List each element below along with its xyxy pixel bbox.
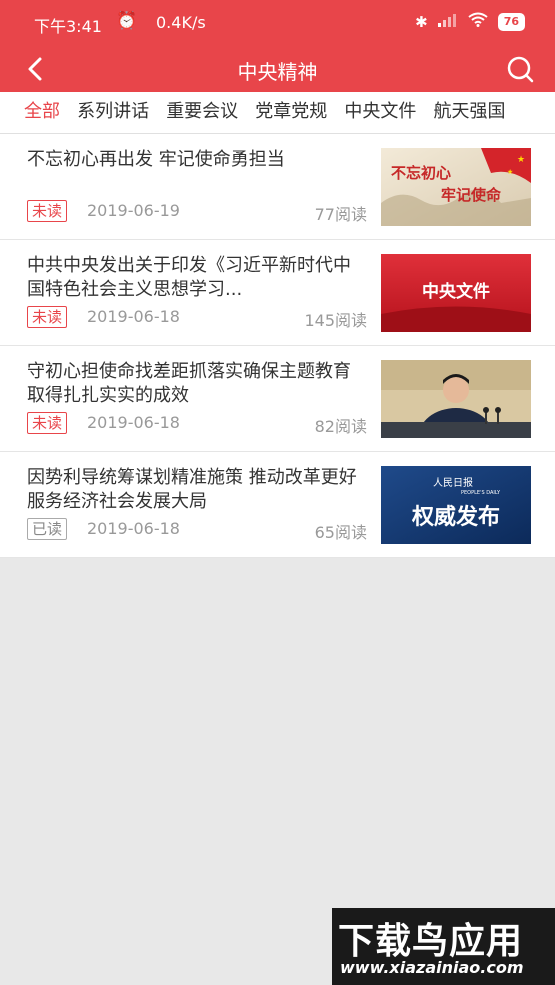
- page-title: 中央精神: [237, 60, 318, 84]
- article-meta: 已读 2019-06-18 65阅读: [27, 518, 367, 542]
- article-list: 不忘初心再出发 牢记使命勇担当 未读 2019-06-19 77阅读 ★ ★ 不…: [0, 134, 555, 558]
- article-views: 77阅读: [314, 205, 367, 224]
- nav-bar: 中央精神: [0, 46, 555, 92]
- article-date: 2019-06-18: [87, 519, 180, 538]
- article-thumbnail[interactable]: 中央文件: [381, 254, 531, 332]
- site-watermark: 下载鸟应用 www.xiazainiao.com: [332, 908, 555, 985]
- thumbnail-text: 不忘初心: [391, 164, 451, 182]
- alarm-icon: ⏰: [116, 11, 138, 31]
- article-date: 2019-06-19: [87, 201, 180, 220]
- article-item[interactable]: 中共中央发出关于印发《习近平新时代中国特色社会主义思想学习... 未读 2019…: [0, 240, 555, 346]
- tab-party-rules[interactable]: 党章党规: [249, 92, 333, 132]
- status-bar: 下午3:41 ⏰ 0.4K/s ✱ 76: [0, 0, 555, 46]
- article-title: 因势利导统筹谋划精准施策 推动改革更好服务经济社会发展大局: [27, 467, 357, 512]
- article-item[interactable]: 不忘初心再出发 牢记使命勇担当 未读 2019-06-19 77阅读 ★ ★ 不…: [0, 134, 555, 240]
- unread-badge: 未读: [27, 412, 68, 434]
- svg-text:★: ★: [517, 155, 525, 165]
- tab-central-documents[interactable]: 中央文件: [338, 92, 422, 132]
- thumbnail-text: 权威发布: [411, 504, 500, 530]
- network-speed: 0.4K/s: [156, 13, 206, 32]
- article-meta: 未读 2019-06-18 145阅读: [27, 306, 367, 330]
- search-icon[interactable]: [505, 54, 535, 84]
- category-tabs: 全部 系列讲话 重要会议 党章党规 中央文件 航天强国: [0, 92, 555, 134]
- svg-text:★: ★: [507, 168, 513, 176]
- unread-badge: 未读: [27, 200, 68, 222]
- thumbnail-text: 人民日报: [433, 476, 473, 489]
- article-item[interactable]: 因势利导统筹谋划精准施策 推动改革更好服务经济社会发展大局 已读 2019-06…: [0, 452, 555, 558]
- article-thumbnail[interactable]: 人民日报 PEOPLE'S DAILY 权威发布: [381, 466, 531, 544]
- article-title: 不忘初心再出发 牢记使命勇担当: [27, 149, 285, 170]
- thumbnail-text: PEOPLE'S DAILY: [461, 490, 501, 496]
- article-meta: 未读 2019-06-18 82阅读: [27, 412, 367, 436]
- signal-icon: [437, 13, 458, 31]
- article-meta: 未读 2019-06-19 77阅读: [27, 200, 367, 224]
- article-views: 82阅读: [314, 417, 367, 436]
- tab-speeches[interactable]: 系列讲话: [71, 92, 155, 132]
- read-badge: 已读: [27, 518, 68, 540]
- article-date: 2019-06-18: [87, 307, 180, 326]
- tab-aerospace[interactable]: 航天强国: [427, 92, 511, 132]
- article-views: 145阅读: [304, 311, 367, 330]
- article-item[interactable]: 守初心担使命找差距抓落实确保主题教育取得扎扎实实的成效 未读 2019-06-1…: [0, 346, 555, 452]
- watermark-title: 下载鸟应用: [338, 921, 524, 962]
- tab-all[interactable]: 全部: [0, 92, 66, 132]
- tab-meetings[interactable]: 重要会议: [160, 92, 244, 132]
- article-thumbnail[interactable]: ★ ★ 不忘初心 牢记使命: [381, 148, 531, 226]
- status-time: 下午3:41: [34, 17, 102, 36]
- article-title: 中共中央发出关于印发《习近平新时代中国特色社会主义思想学习...: [27, 255, 351, 300]
- bluetooth-icon: ✱: [415, 12, 428, 31]
- battery-icon: 76: [497, 12, 525, 31]
- unread-badge: 未读: [27, 306, 68, 328]
- watermark-url: www.xiazainiao.com: [340, 958, 524, 977]
- thumbnail-text: 中央文件: [422, 281, 490, 302]
- wifi-icon: [468, 12, 488, 31]
- article-date: 2019-06-18: [87, 413, 180, 432]
- article-title: 守初心担使命找差距抓落实确保主题教育取得扎扎实实的成效: [27, 361, 351, 406]
- thumbnail-text: 牢记使命: [441, 186, 502, 204]
- article-views: 65阅读: [314, 523, 367, 542]
- article-thumbnail[interactable]: [381, 360, 531, 438]
